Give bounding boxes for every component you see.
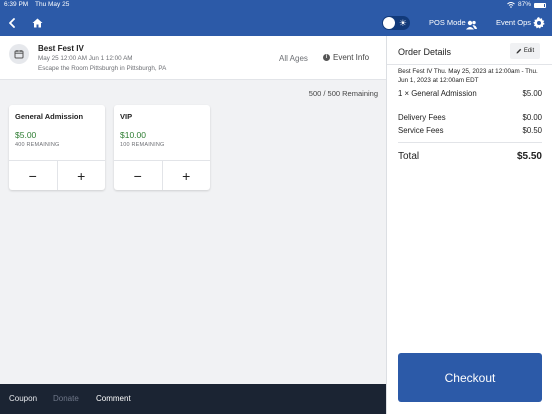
total-amount: $5.50 <box>516 151 542 162</box>
quantity-stepper: − + <box>114 160 210 190</box>
bottom-bar: Coupon Donate Comment <box>0 384 386 414</box>
edit-button[interactable]: Edit <box>510 43 540 59</box>
quantity-stepper: − + <box>9 160 105 190</box>
ticket-name: General Admission <box>15 112 84 121</box>
order-details-title: Order Details <box>398 47 452 57</box>
battery-icon <box>534 2 546 8</box>
event-ops-button[interactable]: Event Ops <box>496 10 531 36</box>
service-fees-label: Service Fees <box>398 126 444 135</box>
pencil-icon <box>516 48 522 54</box>
home-button[interactable] <box>28 10 46 36</box>
toggle-knob <box>383 17 395 29</box>
event-venue: Escape the Room Pittsburgh in Pittsburgh… <box>38 65 167 72</box>
divider <box>387 64 552 65</box>
ticket-price: $5.00 <box>15 130 37 140</box>
order-event-line: Best Fest IV Thu. May 25, 2023 at 12:00a… <box>398 68 538 84</box>
delivery-fees-amount: $0.00 <box>522 113 542 122</box>
status-bar: 6:39 PM Thu May 25 87% <box>0 0 552 10</box>
theme-toggle[interactable]: ☀ <box>382 16 410 30</box>
ticket-remaining: 100 REMAINING <box>120 142 165 148</box>
divider <box>398 142 542 143</box>
status-right: 87% <box>507 0 546 10</box>
top-nav: ☀ POS Mode Event Ops <box>0 10 552 36</box>
ticket-card-general-admission: General Admission $5.00 400 REMAINING − … <box>9 105 105 190</box>
sun-icon: ☀ <box>398 18 407 28</box>
increment-button[interactable]: + <box>161 161 211 190</box>
order-details-panel: Order Details Edit Best Fest IV Thu. May… <box>386 36 552 414</box>
event-header: Best Fest IV May 25 12:00 AM Jun 1 12:00… <box>0 36 386 80</box>
total-label: Total <box>398 151 420 162</box>
event-info-button[interactable]: i Event Info <box>323 53 369 62</box>
delivery-fees-row: Delivery Fees $0.00 <box>398 113 542 122</box>
line-item-amount: $5.00 <box>522 89 542 98</box>
back-button[interactable] <box>4 10 20 36</box>
event-title: Best Fest IV <box>38 44 84 53</box>
total-row: Total $5.50 <box>398 151 542 162</box>
comment-button[interactable]: Comment <box>96 384 131 414</box>
coupon-button[interactable]: Coupon <box>9 384 37 414</box>
calendar-icon <box>9 44 29 64</box>
home-icon <box>32 18 42 28</box>
age-restriction: All Ages <box>279 54 308 63</box>
ticket-card-vip: VIP $10.00 100 REMAINING − + <box>114 105 210 190</box>
increment-button[interactable]: + <box>56 161 106 190</box>
service-fees-row: Service Fees $0.50 <box>398 126 542 135</box>
ticket-price: $10.00 <box>120 130 146 140</box>
info-icon: i <box>323 54 330 61</box>
status-time: 6:39 PM <box>4 1 29 8</box>
pos-mode-button[interactable]: POS Mode <box>429 10 466 36</box>
order-line-item: 1 × General Admission $5.00 <box>398 89 542 98</box>
chevron-left-icon <box>9 18 15 28</box>
decrement-button[interactable]: − <box>114 161 162 190</box>
delivery-fees-label: Delivery Fees <box>398 113 446 122</box>
remaining-count: 500 / 500 Remaining <box>308 89 378 98</box>
users-icon[interactable] <box>466 17 477 35</box>
donate-button[interactable]: Donate <box>53 384 79 414</box>
service-fees-amount: $0.50 <box>522 126 542 135</box>
decrement-button[interactable]: − <box>9 161 57 190</box>
checkout-button[interactable]: Checkout <box>398 353 542 402</box>
battery-percent: 87% <box>517 1 531 8</box>
status-date: Thu May 25 <box>35 1 70 8</box>
event-info-label: Event Info <box>333 53 370 62</box>
ticket-name: VIP <box>120 112 133 121</box>
line-item-label: 1 × General Admission <box>398 89 477 98</box>
edit-label: Edit <box>523 48 535 54</box>
wifi-icon <box>507 2 515 8</box>
gear-icon[interactable] <box>533 16 545 34</box>
event-dates: May 25 12:00 AM Jun 1 12:00 AM <box>38 55 133 62</box>
ticket-remaining: 400 REMAINING <box>15 142 60 148</box>
